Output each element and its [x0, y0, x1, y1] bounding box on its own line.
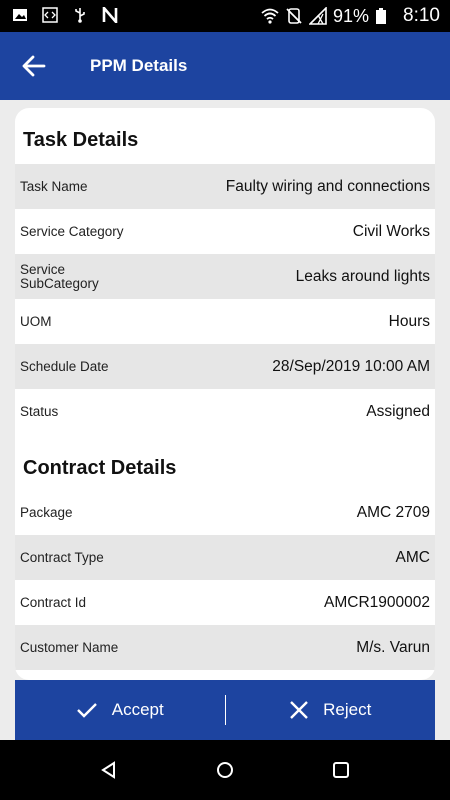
contract-details-heading: Contract Details — [23, 457, 177, 479]
action-bar: Accept Reject — [15, 680, 435, 740]
nav-home-button[interactable] — [215, 760, 235, 780]
accept-label: Accept — [111, 700, 164, 719]
row-value: M/s. Varun — [356, 638, 430, 656]
details-card: Task Details Task Name Faulty wiring and… — [15, 108, 435, 680]
row-value: Faulty wiring and connections — [225, 177, 430, 195]
back-button[interactable] — [20, 52, 50, 80]
reject-label: Reject — [323, 700, 372, 719]
system-nav-bar — [0, 740, 450, 800]
detail-row: Package AMC 2709 — [15, 490, 435, 535]
detail-row: Schedule Date 28/Sep/2019 10:00 AM — [15, 344, 435, 389]
row-label: Package — [20, 504, 73, 520]
row-label: Service Category — [20, 223, 124, 239]
wifi-icon — [261, 7, 279, 25]
row-value: AMC — [395, 548, 430, 566]
signal-icon — [308, 6, 327, 25]
row-label: Schedule Date — [20, 358, 109, 374]
row-value: AMC 2709 — [356, 503, 430, 521]
detail-row: UOM Hours — [15, 299, 435, 344]
image-icon — [12, 7, 28, 23]
row-value: Civil Works — [352, 222, 430, 240]
detail-row: Status Assigned — [15, 389, 435, 434]
close-icon — [290, 701, 309, 719]
row-label: Contract Id — [20, 594, 87, 610]
accept-button[interactable]: Accept — [15, 680, 225, 740]
row-label: Contract Type — [20, 549, 104, 565]
arrow-left-icon — [22, 55, 46, 77]
row-value: AMCR1900002 — [324, 593, 430, 611]
row-label: Customer Name — [20, 639, 119, 655]
code-icon — [42, 7, 58, 23]
row-label: Service SubCategory — [20, 261, 99, 291]
task-details-heading: Task Details — [23, 129, 139, 151]
battery-icon — [375, 7, 393, 25]
nav-recents-button[interactable] — [331, 760, 351, 780]
row-label: Status — [20, 403, 59, 419]
n-icon — [102, 4, 118, 26]
nav-back-button[interactable] — [99, 760, 119, 780]
row-value: 28/Sep/2019 10:00 AM — [272, 357, 430, 375]
detail-row: Contract Type AMC — [15, 535, 435, 580]
square-recents-icon — [333, 762, 349, 778]
app-bar: PPM Details — [0, 32, 450, 100]
mute-icon — [285, 7, 303, 25]
row-label: UOM — [20, 313, 52, 329]
circle-home-icon — [217, 762, 233, 778]
reject-button[interactable]: Reject — [226, 680, 436, 740]
status-value: Assigned — [366, 402, 430, 420]
detail-row: Service Category Civil Works — [15, 209, 435, 254]
detail-row: Task Name Faulty wiring and connections — [15, 164, 435, 209]
detail-row: Customer Name M/s. Varun — [15, 625, 435, 670]
detail-row: Contract Id AMCR1900002 — [15, 580, 435, 625]
row-value: Leaks around lights — [295, 267, 430, 285]
check-icon — [76, 703, 97, 718]
clock: 8:10 — [403, 5, 440, 26]
status-bar: 91% 8:10 — [0, 0, 450, 32]
detail-row: Service SubCategory Leaks around lights — [15, 254, 435, 299]
row-label: Task Name — [20, 178, 88, 194]
page-title: PPM Details — [90, 56, 188, 75]
usb-icon — [72, 7, 88, 23]
row-value: Hours — [388, 312, 430, 330]
triangle-back-icon — [101, 761, 115, 779]
battery-text: 91% — [332, 5, 370, 26]
